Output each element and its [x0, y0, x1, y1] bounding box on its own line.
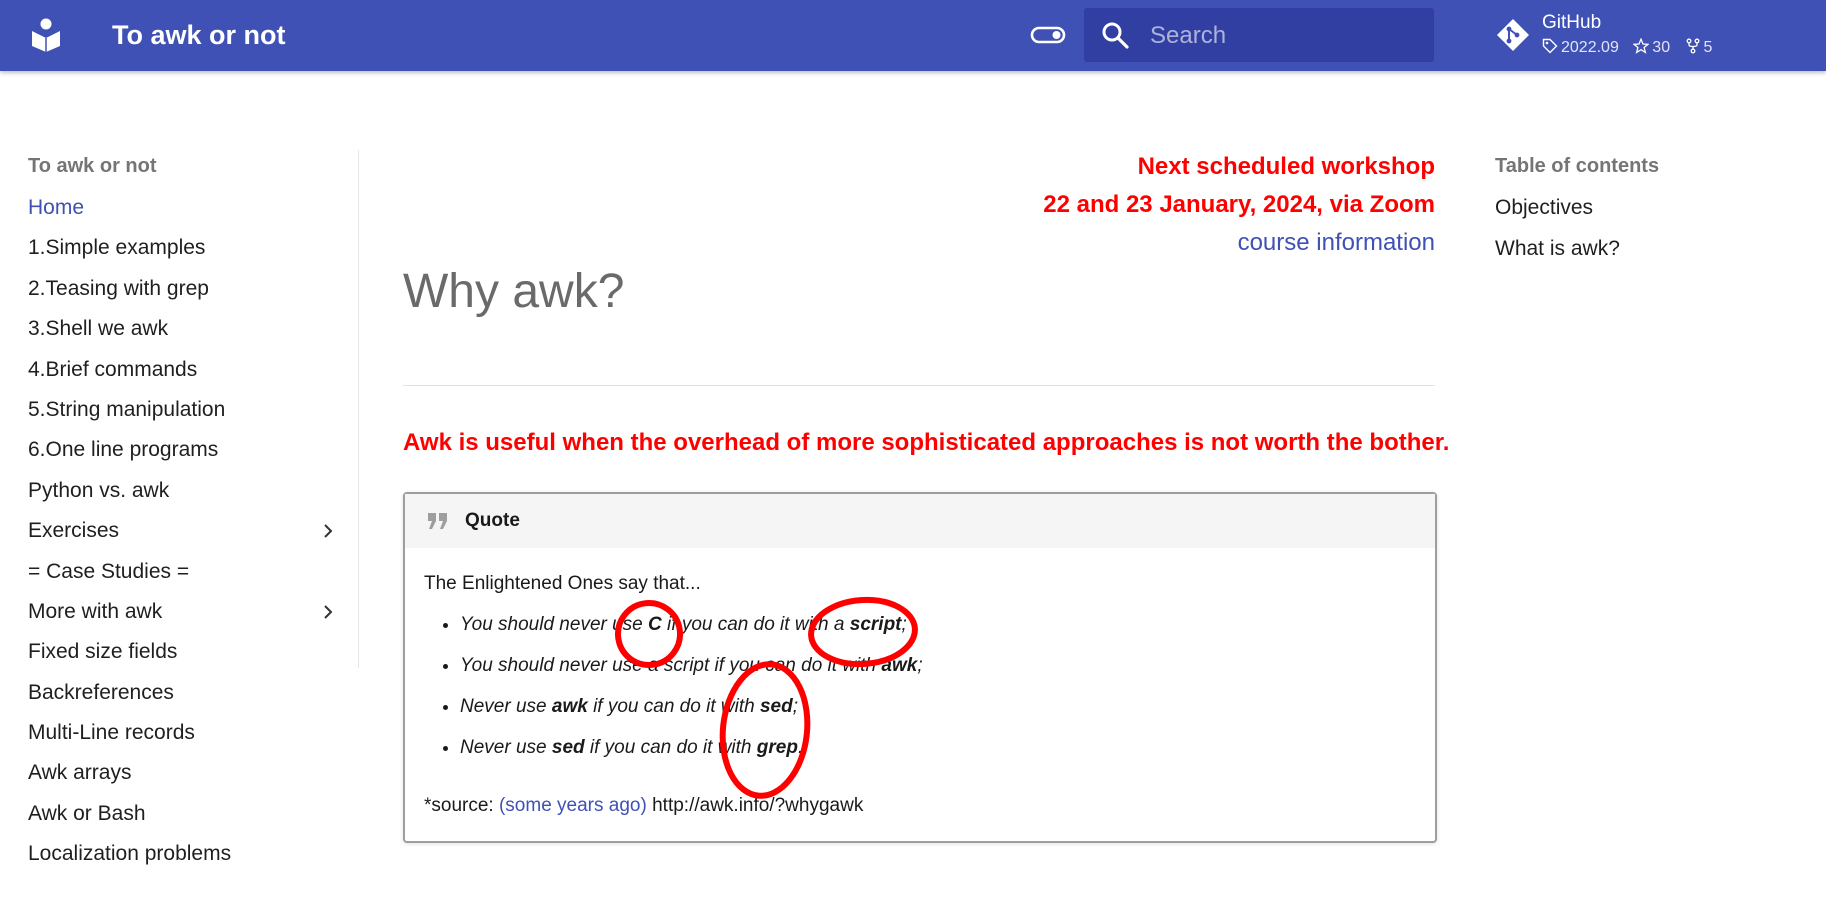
nav-item-case-studies[interactable]: = Case Studies =: [28, 552, 348, 592]
quote-text: Never use: [460, 737, 552, 758]
nav-item-teasing-with-grep[interactable]: 2.Teasing with grep: [28, 269, 348, 309]
announce-line-2: 22 and 23 January, 2024, via Zoom: [1043, 191, 1435, 218]
tag-icon: [1542, 38, 1558, 54]
toc-title: Table of contents: [1495, 155, 1660, 177]
quote-emphasis: C: [648, 614, 662, 635]
nav-item-brief-commands[interactable]: 4.Brief commands: [28, 350, 348, 390]
nav-item-shell-we-awk[interactable]: 3.Shell we awk: [28, 309, 348, 349]
nav-item-simple-examples[interactable]: 1.Simple examples: [28, 228, 348, 268]
quote-text: if you can do it with a: [661, 614, 850, 635]
toc-item-what-is-awk[interactable]: What is awk?: [1495, 229, 1795, 270]
quote-source: *source: (some years ago) http://awk.inf…: [424, 794, 863, 818]
quote-text: ;: [917, 655, 923, 676]
nav-item-home[interactable]: Home: [28, 188, 348, 228]
nav-item-awk-arrays[interactable]: Awk arrays: [28, 753, 348, 793]
page-title: Why awk?: [403, 265, 625, 318]
nav-item-awk-or-bash[interactable]: Awk or Bash: [28, 794, 348, 834]
quote-emphasis: script: [849, 614, 902, 635]
nav-item-localization-problems[interactable]: Localization problems: [28, 834, 348, 874]
repo-name: GitHub: [1542, 12, 1602, 33]
quote-title: Quote: [465, 510, 520, 531]
book-logo-icon[interactable]: [30, 18, 62, 52]
divider: [403, 385, 1435, 386]
nav-item-python-vs-awk[interactable]: Python vs. awk: [28, 471, 348, 511]
list-item: You should never use C if you can do it …: [460, 604, 923, 645]
quote-text: if you can do it with: [587, 696, 760, 717]
fork-icon: [1686, 38, 1699, 54]
search-box[interactable]: [1084, 8, 1434, 62]
repo-version: 2022.09: [1561, 39, 1619, 56]
list-item: You should never use a script if you can…: [460, 645, 923, 686]
repo-forks: 5: [1703, 39, 1713, 56]
toc-item-objectives[interactable]: Objectives: [1495, 188, 1795, 229]
repo-stars: 30: [1652, 39, 1671, 56]
quote-text: You should never use a script if you can…: [460, 655, 882, 676]
table-of-contents: Table of contents Objectives What is awk…: [1495, 148, 1795, 270]
quote-intro: The Enlightened Ones say that...: [424, 573, 701, 594]
chevron-right-icon[interactable]: [318, 602, 338, 622]
quote-text: Never use: [460, 696, 552, 717]
quote-emphasis: sed: [759, 696, 793, 717]
chevron-right-icon[interactable]: [318, 521, 338, 541]
source-link[interactable]: (some years ago): [499, 795, 647, 816]
nav-item-label: More with awk: [28, 599, 163, 623]
nav-item-string-manipulation[interactable]: 5.String manipulation: [28, 390, 348, 430]
search-icon[interactable]: [1100, 20, 1130, 50]
star-icon: [1632, 37, 1650, 54]
nav-item-multi-line-records[interactable]: Multi-Line records: [28, 713, 348, 753]
nav-item-one-line-programs[interactable]: 6.One line programs: [28, 430, 348, 470]
quote-list: You should never use C if you can do it …: [424, 604, 923, 768]
source-url: http://awk.info/?whygawk: [646, 795, 864, 816]
nav-item-more-with-awk[interactable]: More with awk: [28, 592, 348, 632]
theme-toggle-icon[interactable]: [1030, 23, 1066, 47]
nav-divider: [358, 150, 359, 668]
quote-text: if you can do it with: [584, 737, 757, 758]
lead-statement: Awk is useful when the overhead of more …: [403, 429, 1450, 456]
top-header: To awk or not GitHub 2022.09 30: [0, 0, 1826, 71]
source-prefix: *source:: [424, 795, 499, 816]
list-item: Never use sed if you can do it with grep…: [460, 727, 923, 768]
quote-emphasis: grep: [756, 737, 798, 758]
quote-admonition: Quote The Enlightened Ones say that... Y…: [403, 492, 1437, 843]
primary-nav: To awk or not Home 1.Simple examples 2.T…: [28, 148, 348, 875]
site-title[interactable]: To awk or not: [112, 18, 286, 52]
quote-icon: [428, 513, 447, 529]
quote-header: Quote: [405, 494, 1435, 548]
nav-item-label: Exercises: [28, 519, 120, 543]
quote-emphasis: awk: [881, 655, 918, 676]
quote-emphasis: awk: [551, 696, 588, 717]
quote-text: ;: [792, 696, 798, 717]
announce-line-1: Next scheduled workshop: [1137, 153, 1435, 180]
nav-item-exercises[interactable]: Exercises: [28, 511, 348, 551]
search-input[interactable]: [1148, 16, 1422, 56]
nav-item-fixed-size-fields[interactable]: Fixed size fields: [28, 632, 348, 672]
announcement: Next scheduled workshop 22 and 23 Januar…: [403, 148, 1435, 262]
nav-item-backreferences[interactable]: Backreferences: [28, 673, 348, 713]
repo-facts: 2022.09 30 5: [1542, 37, 1722, 58]
quote-emphasis: sed: [551, 737, 585, 758]
quote-text: ;: [901, 614, 907, 635]
github-repo-link[interactable]: GitHub 2022.09 30 5: [1496, 12, 1796, 62]
git-icon: [1497, 19, 1529, 51]
quote-text: You should never use: [460, 614, 649, 635]
nav-title: To awk or not: [28, 155, 157, 177]
course-information-link[interactable]: course information: [403, 224, 1435, 262]
list-item: Never use awk if you can do it with sed;: [460, 686, 923, 727]
quote-text: .: [797, 737, 804, 758]
